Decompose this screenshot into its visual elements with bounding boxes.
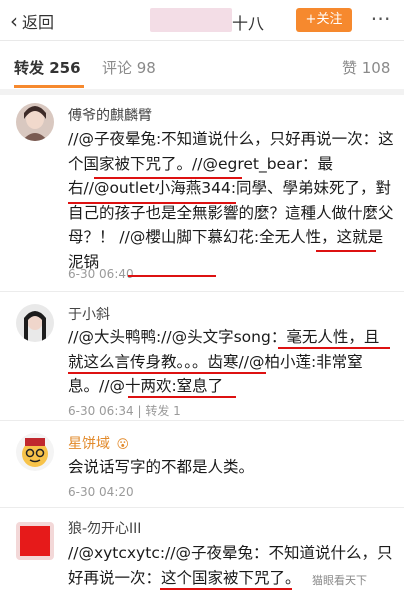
comment-text: //@大头鸭鸭://@头文字song：毫无人性，且就这么言传身教。。。齿寒//@… <box>68 328 380 395</box>
more-options-icon[interactable]: ⋯ <box>366 6 396 32</box>
comment-author[interactable]: 狼-勿开心III <box>68 518 141 538</box>
red-underline <box>94 177 242 179</box>
tab-like[interactable]: 赞 108 <box>342 57 390 78</box>
red-underline <box>68 202 236 204</box>
tab-bar: 转发 256 评论 98 赞 108 <box>0 41 404 90</box>
follow-button[interactable]: +关注 <box>296 8 352 32</box>
comment-item: 星饼域 😮 会说话写字的不都是人类。 6-30 04:20 <box>0 421 404 508</box>
red-underline <box>68 372 266 374</box>
repost-count[interactable]: 转发 1 <box>145 404 180 418</box>
active-tab-indicator <box>14 85 84 88</box>
comment-time: 6-30 04:20 <box>68 485 134 499</box>
red-underline <box>128 275 216 277</box>
comment-author[interactable]: 傅爷的麒麟臂 <box>68 105 152 125</box>
avatar[interactable] <box>16 103 54 141</box>
chevron-left-icon: ‹ <box>10 9 18 33</box>
emoji-badge-icon: 😮 <box>116 437 129 451</box>
comment-time: 6-30 06:34 <box>68 404 134 418</box>
page-title-suffix: 十八 <box>232 14 265 33</box>
blurred-title <box>150 8 232 32</box>
comment-author-row: 星饼域 😮 <box>68 433 129 453</box>
avatar[interactable] <box>16 304 54 342</box>
back-button[interactable]: ‹ 返回 <box>10 9 54 33</box>
back-label: 返回 <box>22 13 55 32</box>
avatar[interactable] <box>16 522 54 560</box>
red-underline <box>316 250 376 252</box>
comment-item: 于小斜 //@大头鸭鸭://@头文字song：毫无人性，且就这么言传身教。。。齿… <box>0 292 404 421</box>
top-nav-bar: ‹ 返回 十八 +关注 ⋯ <box>0 0 404 41</box>
tab-comment[interactable]: 评论 98 <box>102 57 156 78</box>
comment-author[interactable]: 星饼域 <box>68 436 110 452</box>
watermark: 猫眼看天下 <box>312 574 367 587</box>
comment-author[interactable]: 于小斜 <box>68 304 110 324</box>
red-underline <box>278 347 390 349</box>
comment-meta: 6-30 06:34 | 转发 1 <box>68 402 181 419</box>
avatar[interactable] <box>16 433 54 471</box>
tab-repost[interactable]: 转发 256 <box>14 57 81 78</box>
red-underline <box>160 588 292 590</box>
red-underline <box>128 396 236 398</box>
comment-time: 6-30 06:40 <box>68 267 134 281</box>
comment-text: 会说话写字的不都是人类。 <box>68 458 255 476</box>
comment-item: 傅爷的麒麟臂 //@子夜晕兔:不知道说什么，只好再说一次：这个国家被下咒了。//… <box>0 95 404 292</box>
